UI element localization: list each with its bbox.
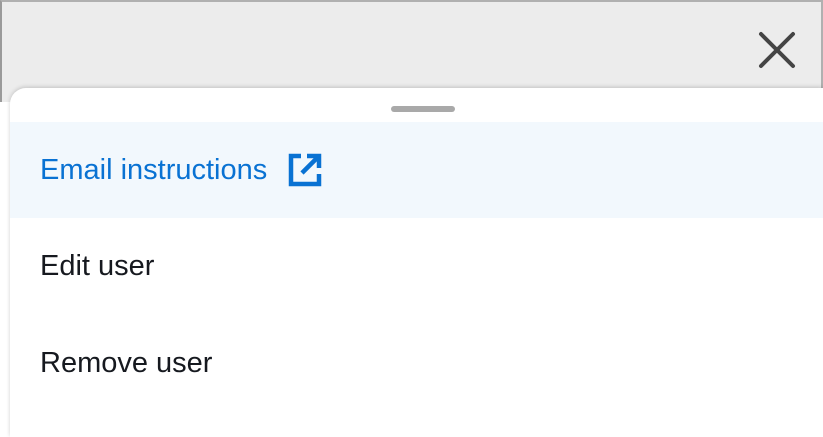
drag-handle[interactable] [391,106,455,112]
top-bar [0,0,823,102]
close-icon [759,32,795,68]
menu-item-label: Email instructions [40,153,268,186]
menu-item-label: Remove user [40,346,213,379]
menu-item-email-instructions[interactable]: Email instructions [10,122,823,218]
menu-item-edit-user[interactable]: Edit user [10,218,823,314]
screen: Email instructions Edit user Remove user [0,0,823,437]
close-button[interactable] [755,28,799,72]
bottom-sheet-menu: Email instructions Edit user Remove user [10,88,823,437]
external-link-icon [285,150,325,190]
menu-item-remove-user[interactable]: Remove user [10,314,823,412]
menu-item-label: Edit user [40,249,155,282]
